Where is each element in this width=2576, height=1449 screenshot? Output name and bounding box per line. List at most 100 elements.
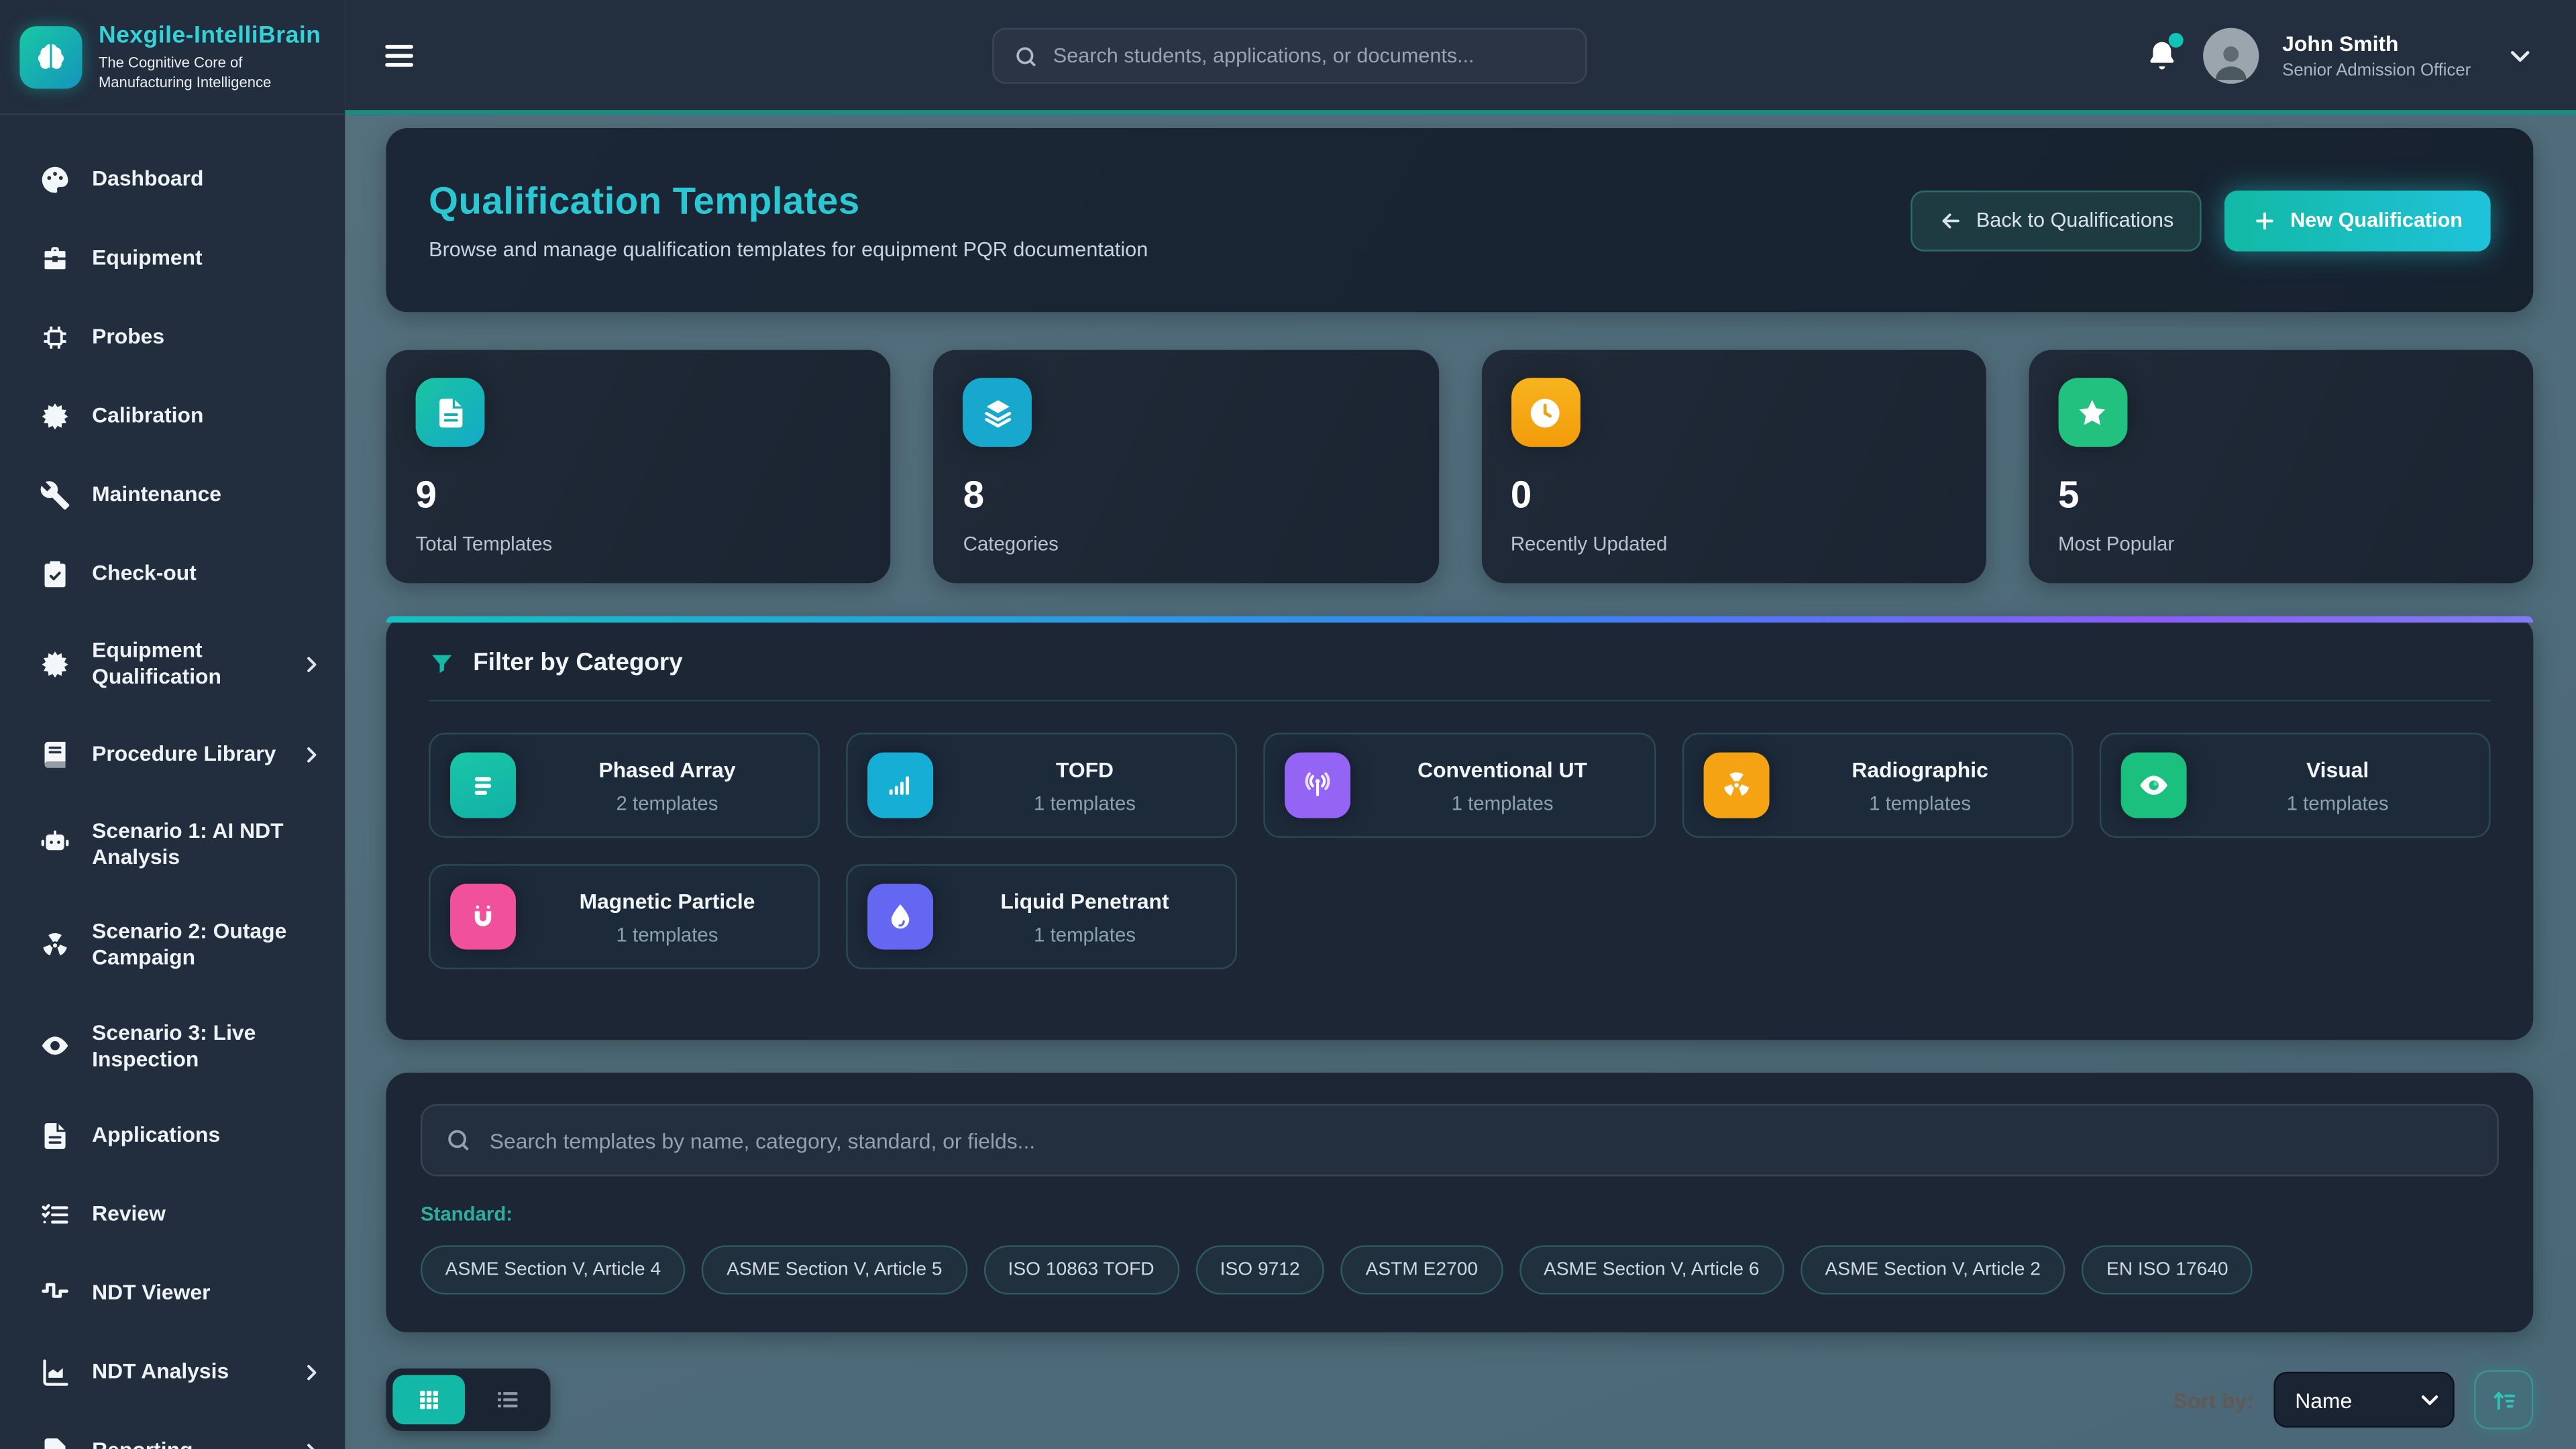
sidebar-item-equipment-qualification[interactable]: Equipment Qualification: [0, 618, 345, 710]
category-grid: Phased Array 2 templates TOFD 1 template…: [429, 733, 2490, 969]
report-icon: [40, 1436, 71, 1449]
notification-badge: [2169, 32, 2184, 47]
standard-chip[interactable]: ASME Section V, Article 5: [702, 1245, 967, 1294]
category-card-phased-array[interactable]: Phased Array 2 templates: [429, 733, 820, 838]
stat-label: Categories: [963, 532, 1409, 555]
chart-icon: [40, 1357, 71, 1389]
stats-row: 9 Total Templates 8 Categories 0 Recentl…: [386, 350, 2534, 584]
page-title: Qualification Templates: [429, 179, 1148, 223]
plus-icon: [2253, 208, 2277, 233]
sidebar-item-dashboard[interactable]: Dashboard: [0, 145, 345, 215]
new-qualification-button[interactable]: New Qualification: [2224, 190, 2490, 251]
sidebar-item-scenario-3[interactable]: Scenario 3: Live Inspection: [0, 1000, 345, 1092]
funnel-icon: [429, 650, 455, 676]
category-card-tofd[interactable]: TOFD 1 templates: [847, 733, 1238, 838]
sort-select-wrap: Name: [2273, 1372, 2454, 1428]
category-card-conventional-ut[interactable]: Conventional UT 1 templates: [1264, 733, 1655, 838]
sidebar-item-maintenance[interactable]: Maintenance: [0, 460, 345, 531]
eye-icon: [2121, 753, 2186, 818]
magnet-icon: [450, 884, 516, 950]
standard-chip[interactable]: ASME Section V, Article 2: [1801, 1245, 2065, 1294]
stat-label: Most Popular: [2058, 532, 2504, 555]
avatar[interactable]: [2204, 27, 2259, 83]
category-card-visual[interactable]: Visual 1 templates: [2099, 733, 2490, 838]
palette-icon: [40, 164, 71, 196]
search-icon: [445, 1127, 472, 1153]
stat-card-total-templates: 9 Total Templates: [386, 350, 891, 584]
badge-icon: [40, 649, 71, 680]
main-content: Qualification Templates Browse and manag…: [345, 115, 2576, 1449]
stat-value: 9: [416, 473, 861, 517]
layers-icon: [963, 378, 1032, 447]
sort-direction-button[interactable]: [2474, 1370, 2533, 1429]
sidebar-item-ndt-analysis[interactable]: NDT Analysis: [0, 1337, 345, 1407]
template-search-input[interactable]: [490, 1128, 2474, 1152]
chevron-down-icon[interactable]: [2507, 42, 2533, 68]
stat-label: Recently Updated: [1511, 532, 1956, 555]
user-info[interactable]: John Smith Senior Admission Officer: [2282, 30, 2471, 79]
standard-chip[interactable]: ISO 10863 TOFD: [983, 1245, 1179, 1294]
sidebar-item-equipment[interactable]: Equipment: [0, 223, 345, 294]
global-search-input[interactable]: [1053, 44, 1566, 67]
standard-chip[interactable]: ASME Section V, Article 6: [1519, 1245, 1784, 1294]
sort-select[interactable]: Name: [2273, 1372, 2454, 1428]
list-view-button[interactable]: [472, 1375, 544, 1424]
menu-toggle-button[interactable]: [381, 37, 417, 73]
sidebar-item-check-out[interactable]: Check-out: [0, 539, 345, 609]
hamburger-icon: [381, 37, 417, 73]
star-icon: [2058, 378, 2127, 447]
sidebar-item-reporting[interactable]: Reporting: [0, 1416, 345, 1449]
grid-view-button[interactable]: [392, 1375, 465, 1424]
chevron-right-icon: [301, 1362, 322, 1383]
standard-chip[interactable]: ASME Section V, Article 4: [421, 1245, 686, 1294]
sidebar-item-ndt-viewer[interactable]: NDT Viewer: [0, 1258, 345, 1329]
activity-icon: [40, 1278, 71, 1309]
sidebar-item-calibration[interactable]: Calibration: [0, 381, 345, 451]
sidebar-item-probes[interactable]: Probes: [0, 303, 345, 373]
robot-icon: [40, 828, 71, 860]
book-icon: [40, 739, 71, 770]
arrow-left-icon: [1939, 208, 1964, 233]
bottom-toolbar: Sort by: Name: [386, 1368, 2534, 1431]
chevron-right-icon: [301, 743, 322, 765]
chip-icon: [40, 322, 71, 354]
sidebar-item-applications[interactable]: Applications: [0, 1101, 345, 1171]
user-photo: [2208, 37, 2255, 83]
standard-chip[interactable]: ASTM E2700: [1341, 1245, 1503, 1294]
sidebar-item-scenario-1[interactable]: Scenario 1: AI NDT Analysis: [0, 798, 345, 890]
radiation-icon: [1703, 753, 1769, 818]
page-header-panel: Qualification Templates Browse and manag…: [386, 128, 2534, 312]
chevron-right-icon: [301, 1441, 322, 1449]
app-window: Nexgile-IntelliBrain The Cognitive Core …: [0, 0, 2576, 1449]
global-search: [992, 28, 1587, 84]
grid-icon: [416, 1387, 442, 1413]
notifications-button[interactable]: [2144, 37, 2180, 73]
stat-card-most-popular: 5 Most Popular: [2029, 350, 2533, 584]
eye-icon: [40, 1030, 71, 1062]
stat-card-categories: 8 Categories: [934, 350, 1438, 584]
standard-chip[interactable]: ISO 9712: [1195, 1245, 1324, 1294]
sidebar-item-procedure-library[interactable]: Procedure Library: [0, 718, 345, 789]
sort-by-label: Sort by:: [2174, 1387, 2254, 1412]
sidebar-item-review[interactable]: Review: [0, 1179, 345, 1250]
user-name: John Smith: [2282, 30, 2471, 55]
brain-logo-icon: [19, 26, 82, 89]
category-card-radiographic[interactable]: Radiographic 1 templates: [1682, 733, 2073, 838]
chevron-right-icon: [301, 653, 322, 675]
category-card-magnetic-particle[interactable]: Magnetic Particle 1 templates: [429, 864, 820, 969]
sidebar-item-scenario-2[interactable]: Scenario 2: Outage Campaign: [0, 899, 345, 991]
top-header: John Smith Senior Admission Officer: [345, 0, 2576, 115]
category-card-liquid-penetrant[interactable]: Liquid Penetrant 1 templates: [847, 864, 1238, 969]
toolbox-icon: [40, 243, 71, 274]
back-to-qualifications-button[interactable]: Back to Qualifications: [1911, 190, 2202, 251]
stat-value: 5: [2058, 473, 2504, 517]
divider: [429, 700, 2490, 701]
brand-subtitle: The Cognitive Core of Manufacturing Inte…: [99, 54, 292, 92]
header-right: John Smith Senior Admission Officer: [2144, 27, 2576, 83]
standard-chip[interactable]: EN ISO 17640: [2082, 1245, 2253, 1294]
template-search: [421, 1104, 2499, 1177]
radiation-icon: [40, 930, 71, 961]
page-subtitle: Browse and manage qualification template…: [429, 238, 1148, 261]
badge-icon: [40, 401, 71, 433]
standard-chips: ASME Section V, Article 4 ASME Section V…: [421, 1245, 2499, 1294]
